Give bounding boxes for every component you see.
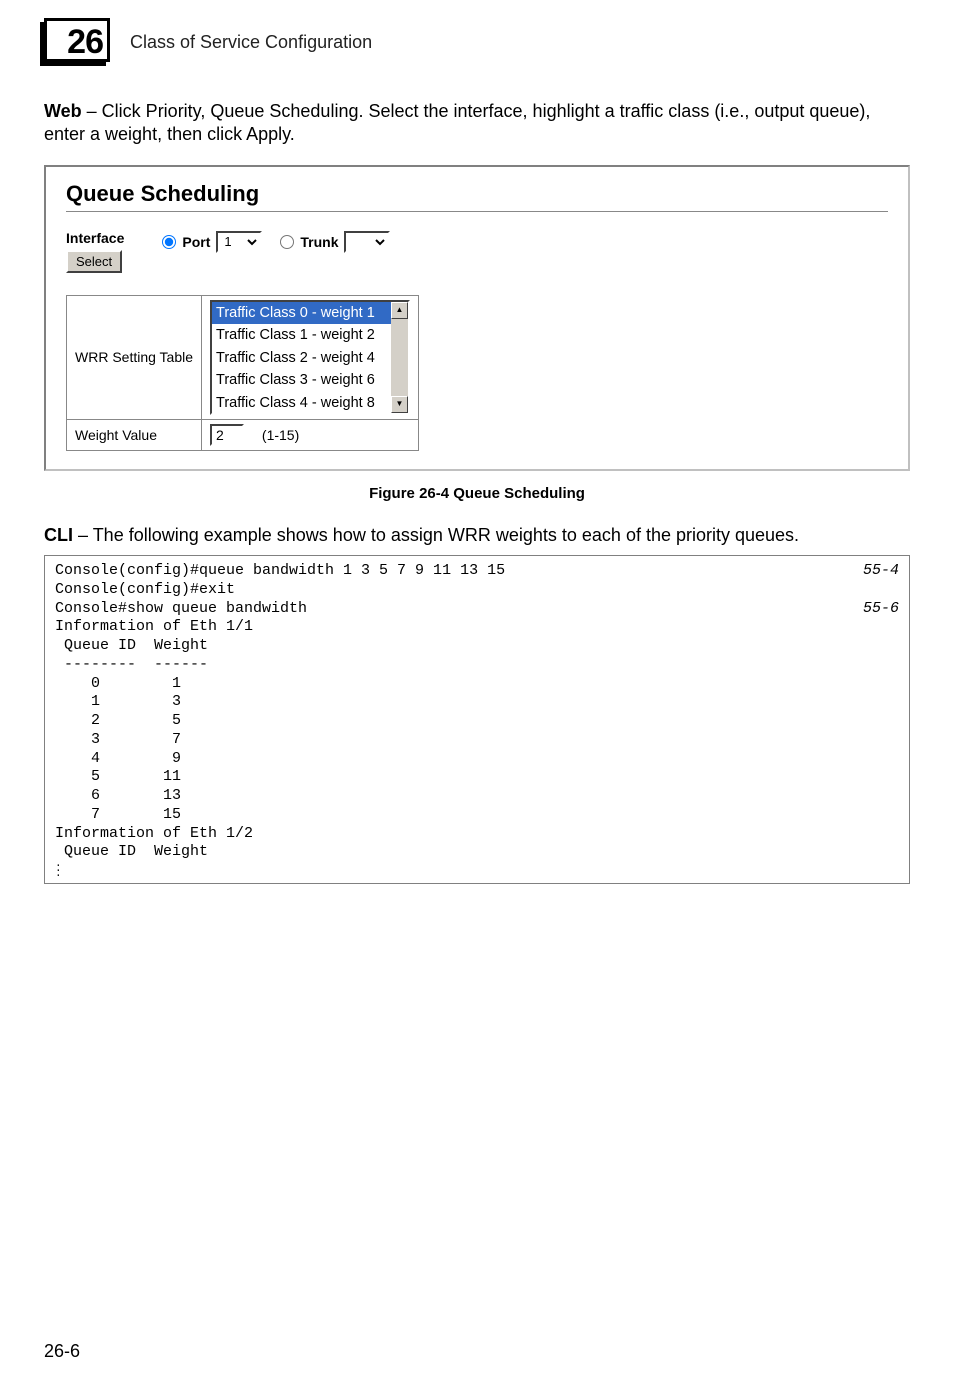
- weight-value-label: Weight Value: [67, 419, 202, 450]
- wrr-list-item[interactable]: Traffic Class 3 - weight 6: [212, 369, 391, 391]
- select-button[interactable]: Select: [66, 250, 122, 273]
- scrollbar[interactable]: ▲ ▼: [391, 302, 408, 413]
- chapter-title: Class of Service Configuration: [130, 32, 372, 53]
- wrr-list-item[interactable]: Traffic Class 4 - weight 8: [212, 392, 391, 414]
- weight-value-input[interactable]: [210, 424, 244, 446]
- port-radio[interactable]: [162, 235, 176, 249]
- port-select[interactable]: 1: [216, 231, 262, 253]
- wrr-setting-label: WRR Setting Table: [67, 295, 202, 419]
- wrr-table: WRR Setting Table Traffic Class 0 - weig…: [66, 295, 419, 451]
- wrr-list-item[interactable]: Traffic Class 1 - weight 2: [212, 324, 391, 346]
- chapter-number: 26: [67, 23, 103, 62]
- port-label: Port: [182, 234, 210, 250]
- trunk-select[interactable]: [344, 231, 390, 253]
- scroll-up-icon[interactable]: ▲: [391, 302, 408, 319]
- wrr-listbox[interactable]: Traffic Class 0 - weight 1Traffic Class …: [210, 300, 410, 415]
- cli-prefix: CLI: [44, 525, 73, 545]
- interface-label: Interface: [66, 230, 124, 246]
- panel-heading: Queue Scheduling: [66, 181, 888, 207]
- figure-caption: Figure 26-4 Queue Scheduling: [44, 485, 910, 502]
- web-prefix: Web: [44, 101, 82, 121]
- cli-block: 55-4Console(config)#queue bandwidth 1 3 …: [44, 555, 910, 884]
- scroll-down-icon[interactable]: ▼: [391, 396, 408, 413]
- divider: [66, 211, 888, 212]
- chapter-badge: 26: [44, 18, 110, 67]
- weight-range-text: (1-15): [262, 427, 299, 443]
- trunk-radio[interactable]: [280, 235, 294, 249]
- page-number: 26-6: [44, 1341, 80, 1362]
- web-paragraph: Web – Click Priority, Queue Scheduling. …: [44, 100, 910, 147]
- wrr-list-item[interactable]: Traffic Class 2 - weight 4: [212, 347, 391, 369]
- cli-paragraph: CLI – The following example shows how to…: [44, 524, 910, 547]
- queue-scheduling-panel: Queue Scheduling Interface Select Port 1…: [44, 165, 910, 471]
- trunk-label: Trunk: [300, 234, 338, 250]
- web-body: – Click Priority, Queue Scheduling. Sele…: [44, 101, 870, 144]
- wrr-list-item[interactable]: Traffic Class 0 - weight 1: [212, 302, 391, 324]
- cli-body: – The following example shows how to ass…: [73, 525, 799, 545]
